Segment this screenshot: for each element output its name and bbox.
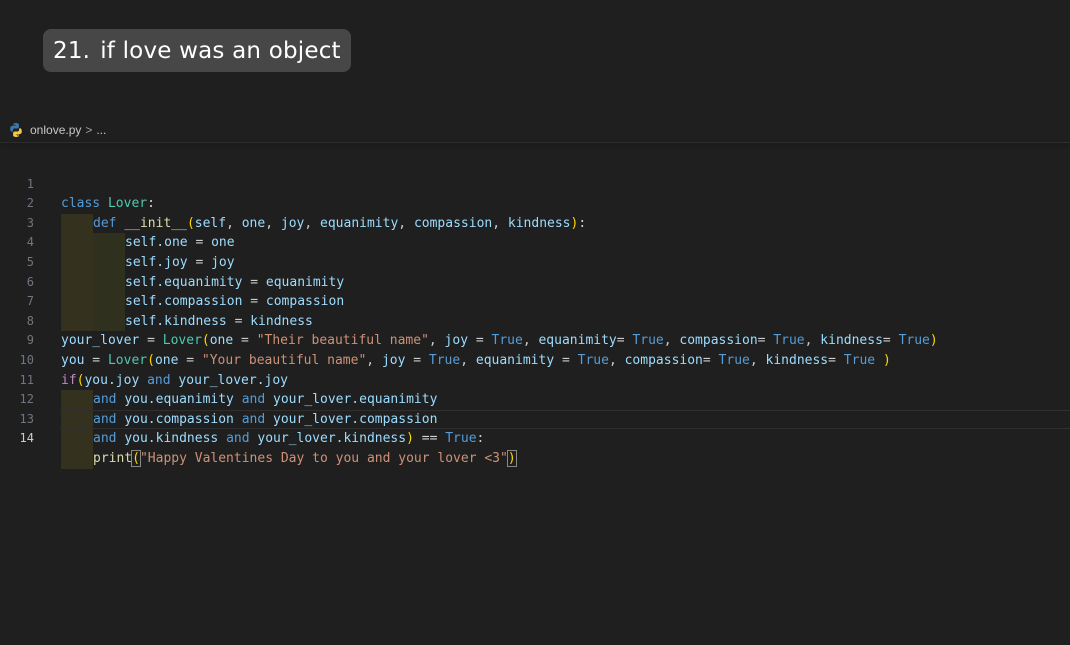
post-title-text: if love was an object (100, 37, 341, 64)
code-line[interactable]: 9 you = Lover(one = "Your beautiful name… (0, 312, 1070, 368)
post-title: 21. if love was an object (43, 29, 351, 72)
code-line[interactable]: 13 and you.kindness and your_lover.kindn… (0, 390, 1070, 449)
python-icon (8, 122, 24, 138)
code-line[interactable]: 7 self.kindness = kindness (0, 273, 1070, 332)
code-line[interactable]: 12 and you.compassion and your_lover.com… (0, 371, 1070, 430)
code-line[interactable]: 11 and you.equanimity and your_lover.equ… (0, 351, 1070, 410)
code-editor[interactable]: 1 class Lover: 2 def __init__(self, one,… (0, 155, 1070, 469)
code-line[interactable]: 2 def __init__(self, one, joy, equanimit… (0, 175, 1070, 234)
code-line[interactable]: 6 self.compassion = compassion (0, 253, 1070, 312)
code-line[interactable]: 4 self.joy = joy (0, 214, 1070, 273)
breadcrumb-file[interactable]: onlove.py (30, 123, 81, 137)
code-line[interactable]: 8 your_lover = Lover(one = "Their beauti… (0, 292, 1070, 349)
breadcrumb[interactable]: onlove.py > ... (8, 122, 106, 138)
editor-divider (0, 142, 1070, 143)
post-number: 21. (53, 37, 91, 64)
code-line[interactable]: 1 class Lover: (0, 155, 1070, 212)
code-line[interactable]: 3 self.one = one (0, 194, 1070, 253)
chevron-right-icon: > (85, 123, 93, 137)
breadcrumb-rest[interactable]: ... (96, 123, 106, 137)
code-line-current[interactable]: 14 print("Happy Valentines Day to you an… (0, 409, 1070, 469)
code-line[interactable]: 10 if(you.joy and your_lover.joy (0, 331, 1070, 388)
line-number: 14 (19, 431, 34, 446)
code-line[interactable]: 5 self.equanimity = equanimity (0, 233, 1070, 293)
